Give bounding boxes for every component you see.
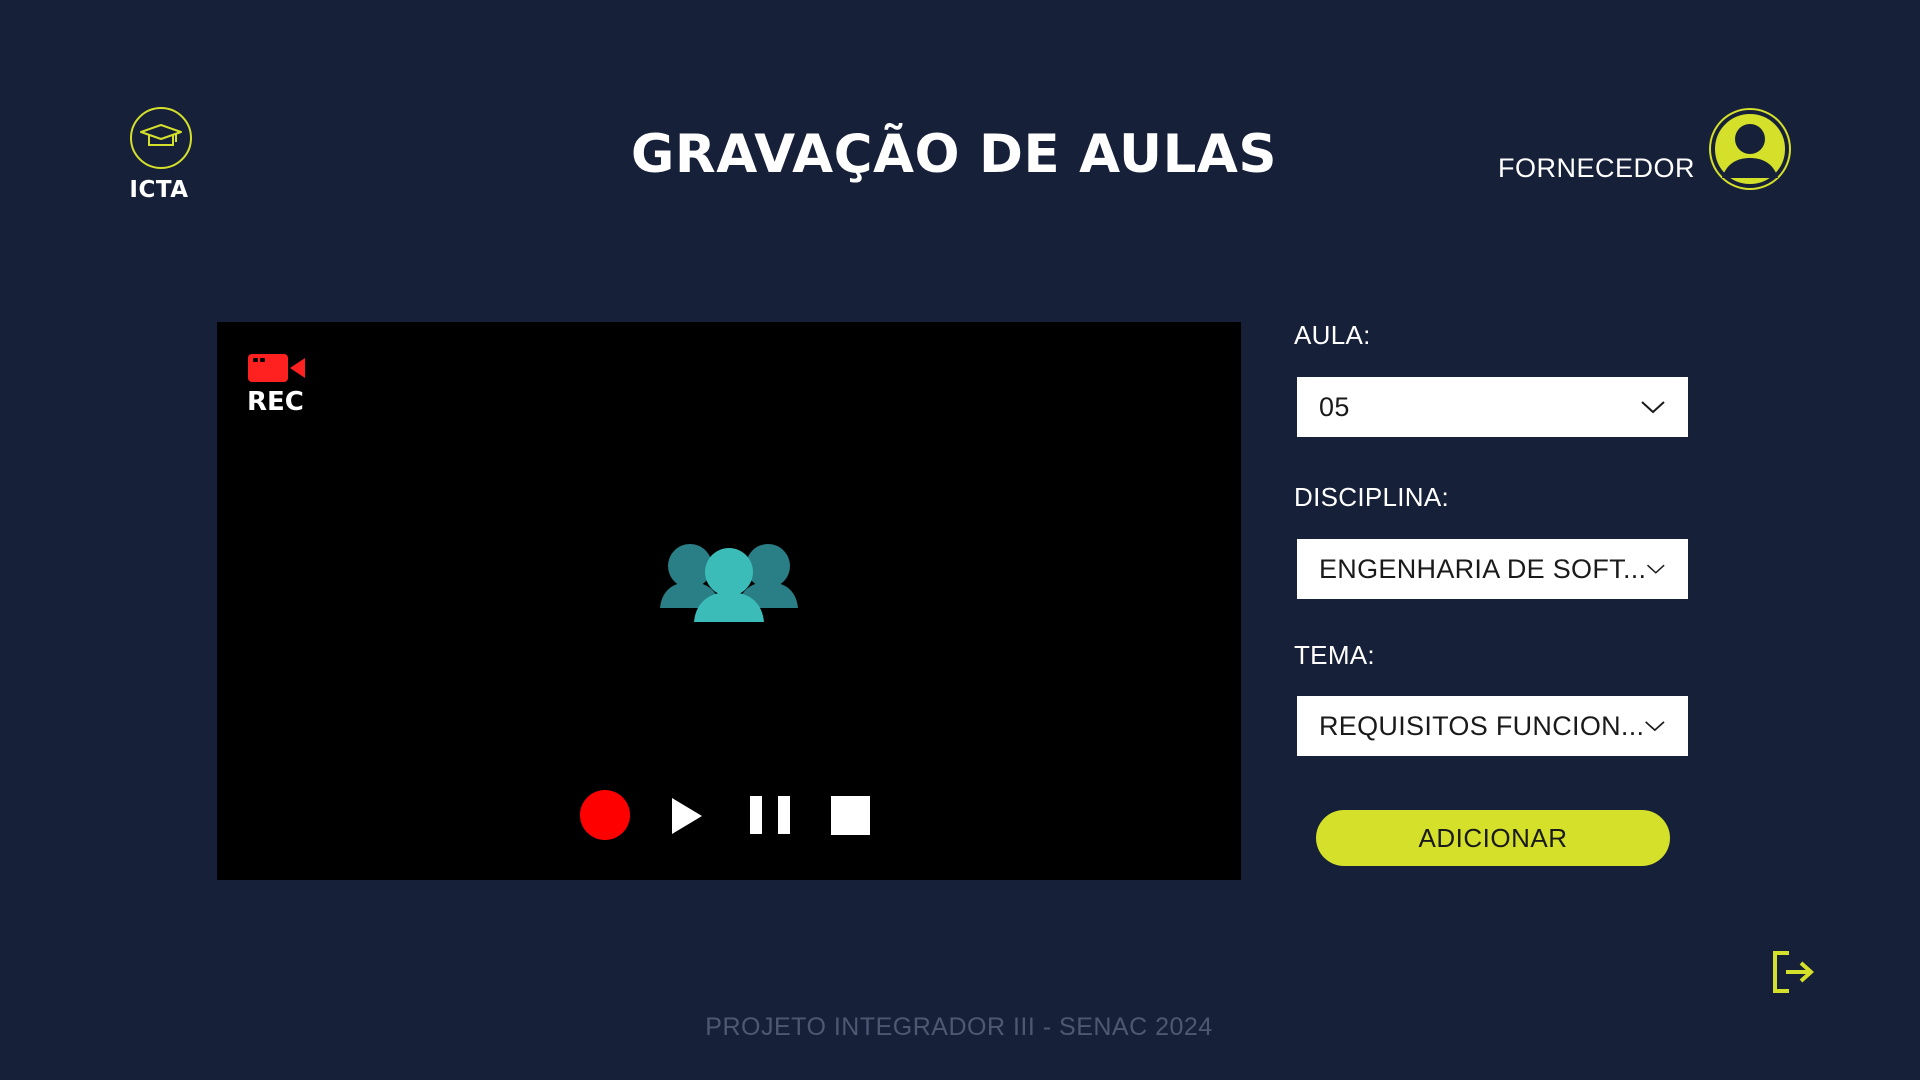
disciplina-value: ENGENHARIA DE SOFT... xyxy=(1319,553,1647,584)
tema-select[interactable]: REQUISITOS FUNCION... xyxy=(1297,696,1688,756)
tema-label: TEMA: xyxy=(1294,640,1375,670)
pause-button[interactable] xyxy=(750,796,790,834)
aula-value: 05 xyxy=(1319,391,1350,422)
chevron-down-icon xyxy=(1641,401,1665,414)
aula-select[interactable]: 05 xyxy=(1297,377,1688,437)
user-role-label: FORNECEDOR xyxy=(1497,153,1695,183)
chevron-down-icon xyxy=(1647,564,1665,574)
chevron-down-icon xyxy=(1645,721,1665,732)
pause-bar xyxy=(778,796,790,834)
disciplina-select[interactable]: ENGENHARIA DE SOFT... xyxy=(1297,539,1688,599)
pause-bar xyxy=(750,796,762,834)
disciplina-label: DISCIPLINA: xyxy=(1294,482,1450,512)
logout-icon[interactable] xyxy=(1771,950,1815,999)
add-button[interactable]: ADICIONAR xyxy=(1316,810,1670,866)
group-icon xyxy=(660,538,798,627)
record-button[interactable] xyxy=(580,790,630,840)
rec-label: REC xyxy=(247,387,304,417)
stop-button[interactable] xyxy=(831,796,870,835)
video-camera-icon xyxy=(248,354,305,382)
video-preview: REC xyxy=(217,322,1241,880)
footer-text: PROJETO INTEGRADOR III - SENAC 2024 xyxy=(705,1013,1213,1041)
play-button[interactable] xyxy=(672,798,702,834)
aula-label: AULA: xyxy=(1294,320,1371,350)
tema-value: REQUISITOS FUNCION... xyxy=(1319,710,1645,741)
user-avatar-icon[interactable] xyxy=(1709,108,1791,190)
rec-indicator: REC xyxy=(247,352,307,417)
playback-controls xyxy=(580,785,880,845)
